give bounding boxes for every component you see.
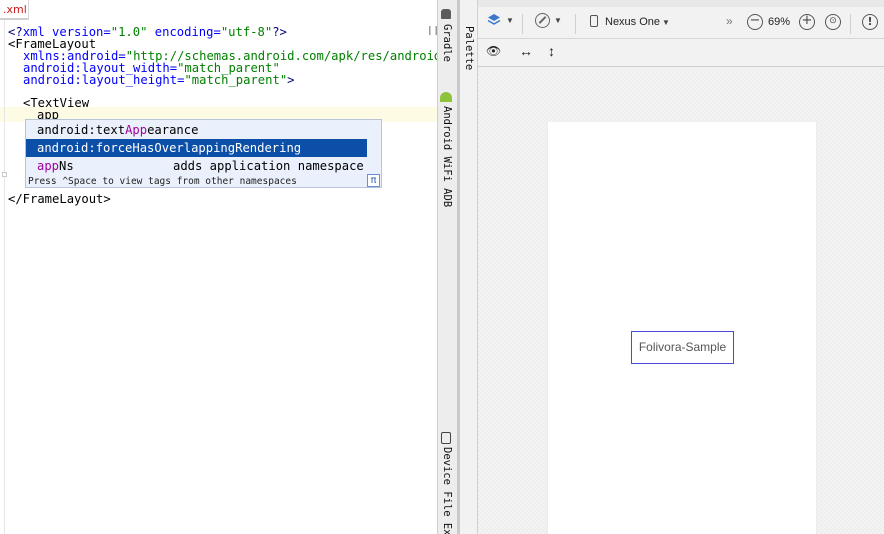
device-selector[interactable]: Nexus One ▼	[605, 16, 670, 28]
phone-icon	[590, 15, 598, 27]
token: encoding=	[147, 25, 221, 39]
design-header	[478, 0, 884, 7]
chevron-down-icon: ▼	[662, 18, 670, 27]
token: >	[287, 73, 295, 87]
item-text: Ns	[59, 159, 74, 173]
fold-marker-icon[interactable]	[2, 172, 7, 177]
toolbar-divider	[522, 14, 523, 34]
item-match: app	[37, 159, 60, 173]
completion-footer: Press ^Space to view tags from other nam…	[28, 176, 297, 187]
tool-window-wifi-adb[interactable]: Android WiFi ADB	[440, 106, 454, 207]
zoom-level: 69%	[768, 16, 791, 28]
tool-window-device-file-explorer[interactable]: Device File Ex	[440, 447, 454, 534]
code-line-8[interactable]: </FrameLayout>	[8, 193, 111, 205]
completion-item-hint: adds application namespace	[173, 159, 364, 173]
token: "1.0"	[110, 25, 148, 39]
horizontal-resize-icon[interactable]: ↔	[519, 43, 533, 59]
token: ?>	[272, 25, 287, 39]
token: android:layout_height=	[23, 73, 185, 87]
toolbar-divider	[850, 14, 851, 34]
zoom-in-button[interactable]: +	[799, 14, 815, 30]
vertical-resize-icon[interactable]: ↕	[548, 43, 555, 59]
rotate-icon[interactable]	[535, 13, 550, 28]
tool-window-palette[interactable]: Palette	[462, 26, 476, 70]
device-file-explorer-icon	[441, 432, 451, 444]
token: "match_parent"	[184, 73, 288, 87]
toolbar-divider	[575, 14, 576, 34]
item-match: App	[125, 123, 148, 137]
gradle-icon	[441, 9, 451, 19]
item-text: android:forceHasOverlappingRendering	[37, 141, 302, 155]
overflow-chevron-icon[interactable]: »	[726, 14, 733, 28]
textview-preview[interactable]: Folivora-Sample	[631, 331, 734, 364]
code-line-5[interactable]: android:layout_height="match_parent">	[23, 74, 295, 86]
completion-item-selected[interactable]: android:forceHasOverlappingRendering	[26, 139, 367, 157]
tool-window-gradle[interactable]: Gradle	[440, 24, 454, 62]
pi-icon[interactable]: π	[367, 174, 380, 187]
editor-tab[interactable]: .xml	[0, 0, 28, 20]
eye-icon[interactable]: 👁	[486, 44, 501, 58]
zoom-fit-button[interactable]: ⊙	[825, 14, 841, 30]
layers-icon[interactable]	[487, 13, 501, 27]
chevron-down-icon[interactable]: ▼	[504, 14, 514, 26]
editor-gutter	[4, 20, 5, 534]
device-name: Nexus One	[605, 16, 661, 28]
item-text: earance	[147, 123, 199, 137]
design-subtoolbar	[478, 39, 884, 67]
android-icon	[440, 92, 452, 102]
item-text: android:text	[37, 123, 126, 137]
token: "utf-8"	[220, 25, 273, 39]
completion-popup[interactable]: android:textAppearance android:forceHasO…	[25, 119, 382, 188]
completion-item[interactable]: android:textAppearance	[26, 121, 367, 139]
zoom-out-button[interactable]: −	[747, 14, 763, 30]
warning-button[interactable]: !	[862, 14, 878, 30]
chevron-down-icon[interactable]: ▼	[552, 14, 562, 26]
palette-strip	[460, 0, 478, 534]
tab-separator	[28, 0, 29, 20]
editor-tab-label: .xml	[3, 3, 27, 16]
device-preview[interactable]	[547, 122, 817, 534]
